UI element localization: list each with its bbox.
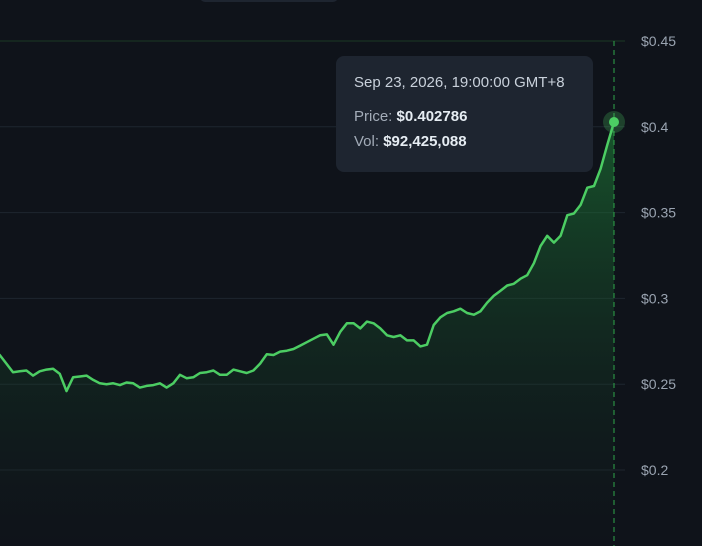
- highlight-point[interactable]: [609, 116, 619, 127]
- tooltip-volume-value: $92,425,088: [383, 133, 467, 150]
- y-tick-label: $0.2: [641, 462, 668, 478]
- tooltip-volume-label: Vol:: [354, 133, 380, 150]
- y-tick-label: $0.25: [641, 376, 676, 392]
- y-tick-label: $0.4: [641, 119, 668, 135]
- tooltip-price-label: Price:: [354, 108, 393, 125]
- y-axis-ticks: $0.45 $0.4 $0.35 $0.3 $0.25 $0.2: [641, 33, 676, 478]
- tooltip-date: Sep 23, 2026, 19:00:00 GMT+8: [354, 74, 565, 91]
- price-tooltip: Sep 23, 2026, 19:00:00 GMT+8 Price: $0.4…: [336, 56, 593, 172]
- price-area-fill: [0, 122, 614, 546]
- tooltip-price-row: Price: $0.402786: [354, 107, 575, 127]
- y-tick-label: $0.45: [641, 33, 676, 49]
- tooltip-price-value: $0.402786: [396, 108, 468, 125]
- price-chart[interactable]: $0.45 $0.4 $0.35 $0.3 $0.25 $0.2 Sep 23, 2026…: [0, 0, 702, 546]
- price-area: [0, 122, 614, 546]
- y-tick-label: $0.3: [641, 290, 668, 306]
- y-tick-label: $0.35: [641, 205, 676, 221]
- tooltip-volume-row: Vol: $92,425,088: [354, 132, 575, 152]
